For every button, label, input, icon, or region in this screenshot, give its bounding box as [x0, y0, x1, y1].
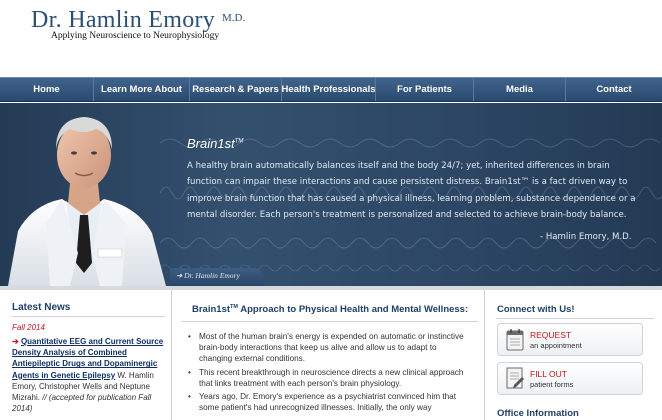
nav-learn-more[interactable]: Learn More About	[94, 78, 190, 101]
news-heading: Latest News	[12, 302, 71, 313]
nav-health-professionals[interactable]: Health Professionals	[282, 78, 376, 101]
hero-banner: Brain1stTM A healthy brain automatically…	[0, 103, 662, 286]
connect-heading: Connect with Us!	[497, 304, 575, 315]
news-season: Fall 2014	[12, 323, 45, 332]
doctor-portrait	[8, 117, 166, 286]
news-divider	[12, 316, 165, 317]
nav-research-papers[interactable]: Research & Papers	[190, 78, 282, 101]
fill-out-label: FILL OUT	[530, 369, 567, 379]
list-item: Most of the human brain's energy is expe…	[187, 331, 472, 365]
logo-tagline: Applying Neuroscience to Neurophysiology	[51, 31, 220, 41]
fill-out-sublabel: patient forms	[530, 380, 574, 389]
nav-for-patients[interactable]: For Patients	[376, 78, 474, 101]
news-item: ➔ Quantitative EEG and Current Source De…	[12, 336, 168, 414]
logo-name[interactable]: Dr. Hamlin Emory	[31, 7, 215, 34]
approach-title: Brain1stTM Approach to Physical Health a…	[192, 304, 469, 316]
request-sublabel: an appointment	[530, 341, 582, 350]
connect-panel: Connect with Us! REQUEST an appointment …	[484, 290, 662, 420]
hero-title: Brain1stTM	[187, 136, 244, 151]
latest-news-panel: Latest News Fall 2014 ➔ Quantitative EEG…	[0, 290, 172, 420]
nav-home[interactable]: Home	[0, 78, 94, 101]
hero-body-text: A healthy brain automatically balances i…	[187, 161, 636, 220]
hero-signature: - Hamlin Emory, M.D.	[540, 232, 632, 242]
calendar-icon	[506, 329, 524, 351]
logo-credential: M.D.	[222, 12, 246, 24]
form-document-icon	[506, 367, 524, 389]
approach-divider	[181, 321, 478, 322]
request-appointment-button[interactable]: REQUEST an appointment	[497, 323, 643, 356]
fill-out-forms-button[interactable]: FILL OUT patient forms	[497, 362, 643, 395]
approach-section: Brain1stTM Approach to Physical Health a…	[173, 290, 483, 420]
nav-contact[interactable]: Contact	[566, 78, 662, 101]
site-header: Dr. Hamlin Emory M.D. Applying Neuroscie…	[0, 0, 662, 77]
approach-bullet-list: Most of the human brain's energy is expe…	[187, 331, 472, 415]
arrow-icon: ➜	[176, 271, 185, 280]
list-item: This recent breakthrough in neuroscience…	[187, 367, 472, 389]
office-information-heading: Office Information	[497, 408, 579, 419]
list-item: Years ago, Dr. Emory's experience as a p…	[187, 391, 472, 413]
arrow-icon: ➔	[12, 337, 21, 346]
request-label: REQUEST	[530, 330, 572, 340]
nav-media[interactable]: Media	[474, 78, 566, 101]
main-nav: Home Learn More About Research & Papers …	[0, 77, 662, 102]
portrait-caption: ➜ Dr. Hamlin Emory	[176, 271, 240, 280]
connect-divider	[496, 318, 654, 319]
